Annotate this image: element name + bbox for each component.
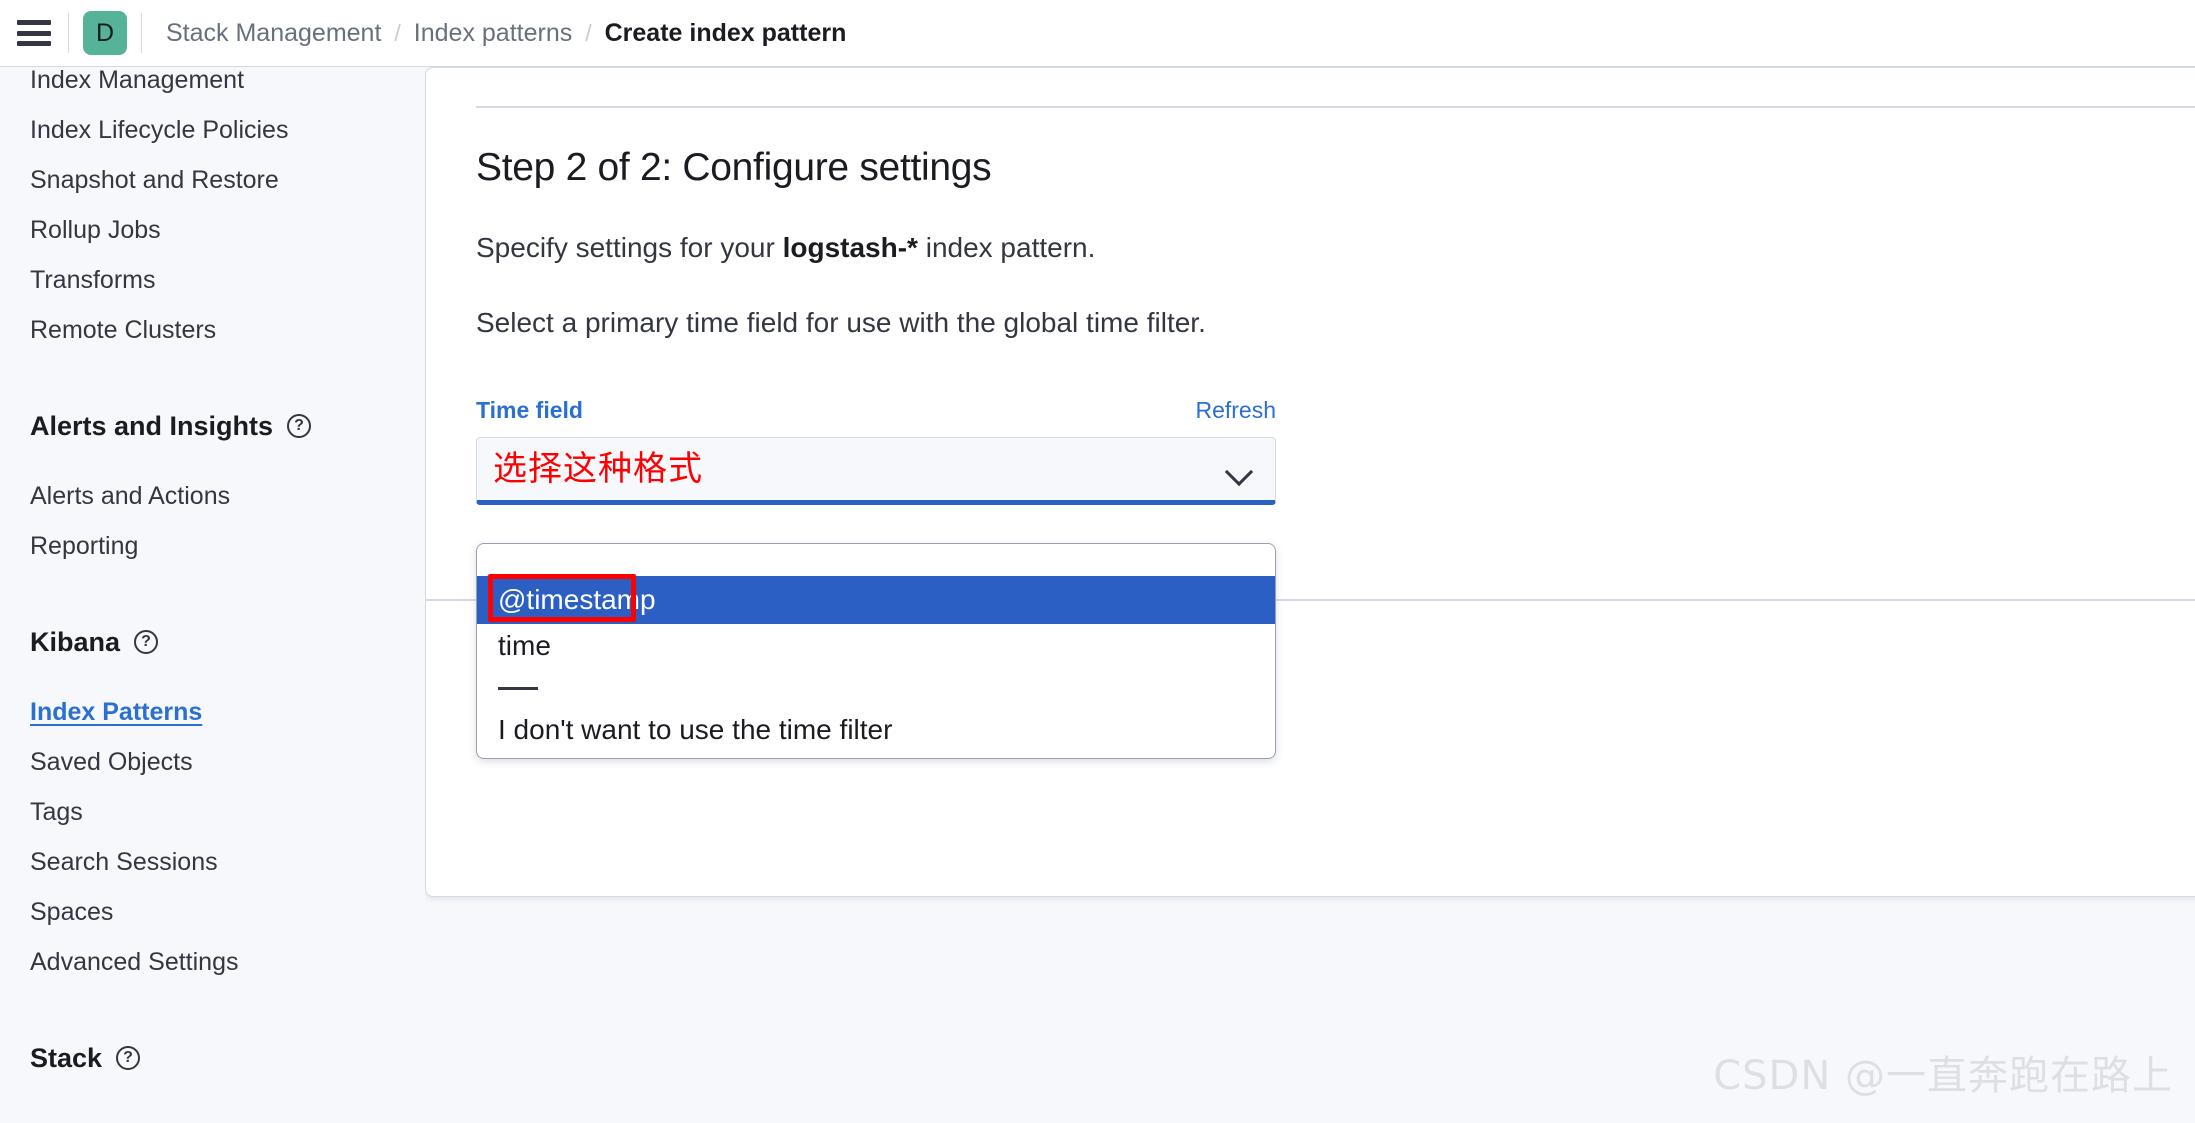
refresh-button[interactable]: Refresh xyxy=(1195,397,1276,424)
sidebar-item-snapshot-and-restore[interactable]: Snapshot and Restore xyxy=(30,155,425,205)
time-field-label: Time field xyxy=(476,397,583,424)
sidebar-item-remote-clusters[interactable]: Remote Clusters xyxy=(30,305,425,355)
sidebar-group-kibana: Kibana ? xyxy=(30,617,425,667)
breadcrumb-separator: / xyxy=(585,19,592,46)
menu-toggle-button[interactable] xyxy=(0,0,68,67)
page-title: Step 2 of 2: Configure settings xyxy=(476,146,992,189)
sidebar-group-alerts-and-insights: Alerts and Insights ? xyxy=(30,401,425,451)
sidebar-item-spaces[interactable]: Spaces xyxy=(30,887,425,937)
sidebar-item-index-patterns[interactable]: Index Patterns xyxy=(30,687,425,737)
sidebar-item-alerts-and-actions[interactable]: Alerts and Actions xyxy=(30,471,425,521)
panel-top-rule xyxy=(476,106,2195,108)
chevron-down-icon xyxy=(1227,462,1253,477)
time-field-label-line: Time field Refresh xyxy=(476,397,1276,424)
dropdown-option-no-time-filter[interactable]: I don't want to use the time filter xyxy=(477,708,1275,752)
panel-content: Step 2 of 2: Configure settings Specify … xyxy=(476,128,2176,760)
question-circle-icon[interactable]: ? xyxy=(134,630,159,654)
create-index-pattern-panel: Step 2 of 2: Configure settings Specify … xyxy=(425,67,2195,897)
time-field-selected-value: 选择这种格式 xyxy=(493,449,703,490)
description-suffix: index pattern. xyxy=(917,232,1096,263)
dropdown-option-blank[interactable] xyxy=(477,548,1275,576)
sidebar-item-tags[interactable]: Tags xyxy=(30,787,425,837)
time-field-select[interactable]: 选择这种格式 xyxy=(476,437,1276,506)
space-avatar-button[interactable]: D xyxy=(69,0,141,67)
sidebar-item-index-lifecycle-policies[interactable]: Index Lifecycle Policies xyxy=(30,105,425,155)
sidebar-item-transforms[interactable]: Transforms xyxy=(30,255,425,305)
breadcrumb-item-stack-management[interactable]: Stack Management xyxy=(166,19,381,48)
watermark: CSDN @一直奔跑在路上 xyxy=(1713,1053,2173,1099)
dropdown-separator xyxy=(477,668,1275,708)
time-field-instruction: Select a primary time field for use with… xyxy=(476,306,1206,338)
sidebar-item-reporting[interactable]: Reporting xyxy=(30,521,425,571)
dropdown-option-time[interactable]: time xyxy=(477,624,1275,668)
sidebar-item-search-sessions[interactable]: Search Sessions xyxy=(30,837,425,887)
breadcrumb: Stack Management / Index patterns / Crea… xyxy=(142,19,846,48)
pattern-description: Specify settings for your logstash-* ind… xyxy=(476,231,2176,265)
sidebar-item-rollup-jobs[interactable]: Rollup Jobs xyxy=(30,205,425,255)
sidebar-group-label: Stack xyxy=(30,1042,103,1073)
sidebar-group-label: Kibana xyxy=(30,626,121,657)
avatar: D xyxy=(83,11,127,55)
dropdown-option-timestamp[interactable]: @timestamp xyxy=(477,576,1275,625)
time-field-form-row: Time field Refresh 选择这种格式 @timestamp tim… xyxy=(476,397,1276,760)
sidebar-group-label: Alerts and Insights xyxy=(30,410,274,441)
hamburger-menu-icon xyxy=(17,20,51,46)
breadcrumb-separator: / xyxy=(394,19,401,46)
description-prefix: Specify settings for your xyxy=(476,232,783,263)
breadcrumb-item-index-patterns[interactable]: Index patterns xyxy=(414,19,572,48)
sidebar-group-stack: Stack ? xyxy=(30,1033,425,1083)
question-circle-icon[interactable]: ? xyxy=(116,1046,141,1070)
sidebar-navigation: Index Management Index Lifecycle Policie… xyxy=(0,67,425,1123)
sidebar-item-advanced-settings[interactable]: Advanced Settings xyxy=(30,937,425,987)
sidebar-item-index-management[interactable]: Index Management xyxy=(30,67,425,105)
breadcrumb-item-create-index-pattern: Create index pattern xyxy=(604,18,847,47)
sidebar-item-saved-objects[interactable]: Saved Objects xyxy=(30,737,425,787)
question-circle-icon[interactable]: ? xyxy=(287,414,312,438)
time-field-dropdown-list[interactable]: @timestamp time I don't want to use the … xyxy=(476,543,1276,760)
top-header-bar: D Stack Management / Index patterns / Cr… xyxy=(0,0,2195,67)
separator-dash xyxy=(498,686,538,690)
index-pattern-name: logstash-* xyxy=(782,232,918,263)
